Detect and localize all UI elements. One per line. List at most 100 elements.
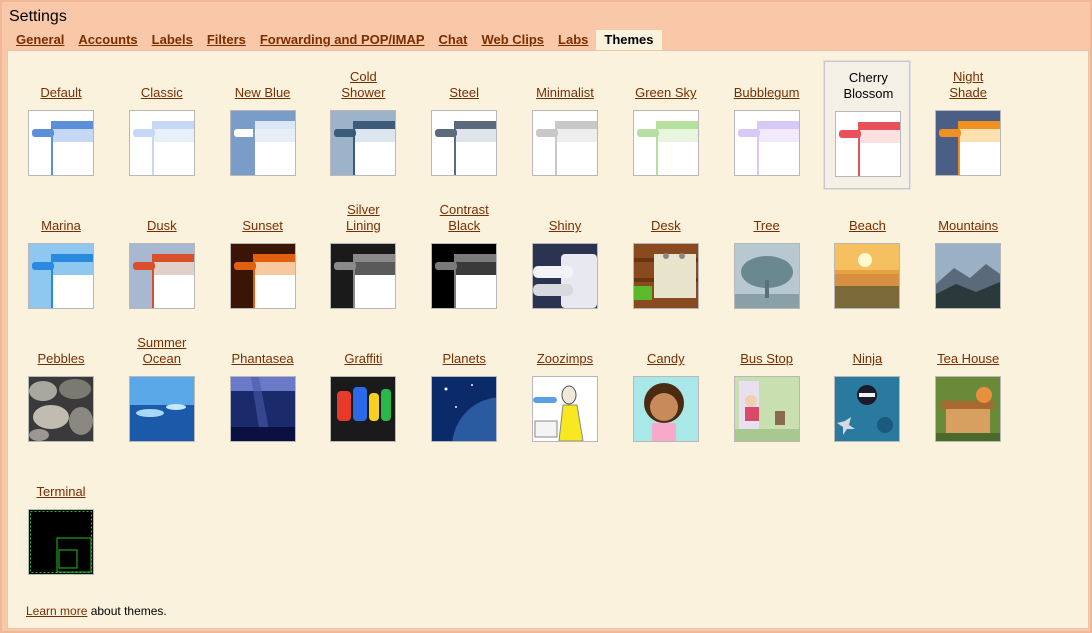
theme-shiny[interactable]: Shiny	[522, 194, 608, 322]
theme-thumbnail-pebbles-icon[interactable]	[28, 376, 94, 442]
theme-thumbnail-dusk-icon[interactable]	[128, 243, 195, 309]
theme-dusk[interactable]: Dusk	[119, 194, 205, 322]
theme-candy[interactable]: Candy	[623, 327, 709, 455]
tab-themes[interactable]: Themes	[596, 30, 662, 50]
theme-thumbnail-minimalist-icon[interactable]	[532, 110, 598, 176]
theme-name-cherry-blossom[interactable]: Cherry Blossom	[825, 70, 911, 102]
theme-name-ninja[interactable]: Ninja	[824, 351, 910, 367]
theme-name-sunset[interactable]: Sunset	[220, 218, 306, 234]
theme-steel[interactable]: Steel	[421, 61, 507, 189]
theme-name-night-shade[interactable]: Night Shade	[925, 69, 1011, 101]
theme-thumbnail-terminal-icon[interactable]	[28, 509, 94, 575]
theme-thumbnail-classic-icon[interactable]	[128, 110, 195, 176]
theme-beach[interactable]: Beach	[824, 194, 910, 322]
theme-summer-ocean[interactable]: Summer Ocean	[119, 327, 205, 455]
tab-chat[interactable]: Chat	[433, 30, 474, 50]
theme-thumbnail-summer-ocean-icon[interactable]	[128, 376, 195, 442]
theme-name-marina[interactable]: Marina	[18, 218, 104, 234]
theme-thumbnail-cold-shower-icon[interactable]	[330, 110, 397, 176]
theme-thumbnail-ninja-icon[interactable]	[834, 376, 901, 442]
theme-thumbnail-new-blue-icon[interactable]	[229, 110, 296, 176]
theme-name-cold-shower[interactable]: Cold Shower	[320, 69, 406, 101]
theme-name-candy[interactable]: Candy	[623, 351, 709, 367]
theme-ninja[interactable]: Ninja	[824, 327, 910, 455]
learn-more-link[interactable]: Learn more	[26, 604, 87, 618]
theme-thumbnail-contrast-black-icon[interactable]	[431, 243, 498, 309]
theme-name-contrast-black[interactable]: Contrast Black	[421, 202, 507, 234]
theme-thumbnail-tea-house-icon[interactable]	[935, 376, 1002, 442]
theme-name-beach[interactable]: Beach	[824, 218, 910, 234]
theme-name-graffiti[interactable]: Graffiti	[320, 351, 406, 367]
theme-thumbnail-mountains-icon[interactable]	[935, 243, 1002, 309]
theme-green-sky[interactable]: Green Sky	[623, 61, 709, 189]
theme-name-bubblegum[interactable]: Bubblegum	[724, 85, 810, 101]
tab-accounts[interactable]: Accounts	[72, 30, 143, 50]
theme-name-bus-stop[interactable]: Bus Stop	[724, 351, 810, 367]
tab-forwarding-and-pop-imap[interactable]: Forwarding and POP/IMAP	[254, 30, 431, 50]
theme-thumbnail-sunset-icon[interactable]	[229, 243, 296, 309]
theme-name-steel[interactable]: Steel	[421, 85, 507, 101]
theme-name-dusk[interactable]: Dusk	[119, 218, 205, 234]
theme-pebbles[interactable]: Pebbles	[18, 327, 104, 455]
theme-thumbnail-bus-stop-icon[interactable]	[733, 376, 800, 442]
theme-thumbnail-default-icon[interactable]	[28, 110, 94, 176]
theme-thumbnail-tree-icon[interactable]	[733, 243, 800, 309]
theme-name-default[interactable]: Default	[18, 85, 104, 101]
theme-mountains[interactable]: Mountains	[925, 194, 1011, 322]
theme-silver-lining[interactable]: Silver Lining	[320, 194, 406, 322]
theme-name-shiny[interactable]: Shiny	[522, 218, 608, 234]
tab-labels[interactable]: Labels	[146, 30, 199, 50]
theme-classic[interactable]: Classic	[119, 61, 205, 189]
tab-web-clips[interactable]: Web Clips	[475, 30, 550, 50]
theme-cherry-blossom[interactable]: Cherry Blossom	[823, 60, 912, 190]
theme-thumbnail-marina-icon[interactable]	[28, 243, 94, 309]
theme-thumbnail-bubblegum-icon[interactable]	[733, 110, 800, 176]
theme-new-blue[interactable]: New Blue	[220, 61, 306, 189]
theme-graffiti[interactable]: Graffiti	[320, 327, 406, 455]
theme-sunset[interactable]: Sunset	[220, 194, 306, 322]
theme-phantasea[interactable]: Phantasea	[220, 327, 306, 455]
theme-contrast-black[interactable]: Contrast Black	[421, 194, 507, 322]
theme-thumbnail-phantasea-icon[interactable]	[229, 376, 296, 442]
theme-bubblegum[interactable]: Bubblegum	[724, 61, 810, 189]
theme-name-green-sky[interactable]: Green Sky	[623, 85, 709, 101]
theme-name-minimalist[interactable]: Minimalist	[522, 85, 608, 101]
theme-name-terminal[interactable]: Terminal	[18, 484, 104, 500]
theme-thumbnail-graffiti-icon[interactable]	[330, 376, 397, 442]
theme-name-tree[interactable]: Tree	[724, 218, 810, 234]
theme-name-summer-ocean[interactable]: Summer Ocean	[119, 335, 205, 367]
theme-night-shade[interactable]: Night Shade	[925, 61, 1011, 189]
theme-thumbnail-silver-lining-icon[interactable]	[330, 243, 397, 309]
tab-labs[interactable]: Labs	[552, 30, 594, 50]
theme-planets[interactable]: Planets	[421, 327, 507, 455]
theme-name-new-blue[interactable]: New Blue	[220, 85, 306, 101]
theme-cold-shower[interactable]: Cold Shower	[320, 61, 406, 189]
theme-bus-stop[interactable]: Bus Stop	[724, 327, 810, 455]
theme-tree[interactable]: Tree	[724, 194, 810, 322]
theme-minimalist[interactable]: Minimalist	[522, 61, 608, 189]
theme-terminal[interactable]: Terminal	[18, 460, 104, 588]
theme-name-pebbles[interactable]: Pebbles	[18, 351, 104, 367]
theme-zoozimps[interactable]: Zoozimps	[522, 327, 608, 455]
theme-marina[interactable]: Marina	[18, 194, 104, 322]
theme-desk[interactable]: Desk	[623, 194, 709, 322]
theme-name-classic[interactable]: Classic	[119, 85, 205, 101]
theme-name-planets[interactable]: Planets	[421, 351, 507, 367]
theme-thumbnail-green-sky-icon[interactable]	[632, 110, 699, 176]
theme-name-silver-lining[interactable]: Silver Lining	[320, 202, 406, 234]
theme-thumbnail-shiny-icon[interactable]	[532, 243, 598, 309]
theme-name-desk[interactable]: Desk	[623, 218, 709, 234]
tab-filters[interactable]: Filters	[201, 30, 252, 50]
theme-default[interactable]: Default	[18, 61, 104, 189]
theme-name-tea-house[interactable]: Tea House	[925, 351, 1011, 367]
theme-name-phantasea[interactable]: Phantasea	[220, 351, 306, 367]
theme-tea-house[interactable]: Tea House	[925, 327, 1011, 455]
theme-thumbnail-steel-icon[interactable]	[431, 110, 498, 176]
theme-thumbnail-candy-icon[interactable]	[632, 376, 699, 442]
theme-thumbnail-beach-icon[interactable]	[834, 243, 901, 309]
theme-thumbnail-planets-icon[interactable]	[431, 376, 498, 442]
tab-general[interactable]: General	[10, 30, 70, 50]
theme-name-zoozimps[interactable]: Zoozimps	[522, 351, 608, 367]
theme-name-mountains[interactable]: Mountains	[925, 218, 1011, 234]
theme-thumbnail-desk-icon[interactable]	[632, 243, 699, 309]
